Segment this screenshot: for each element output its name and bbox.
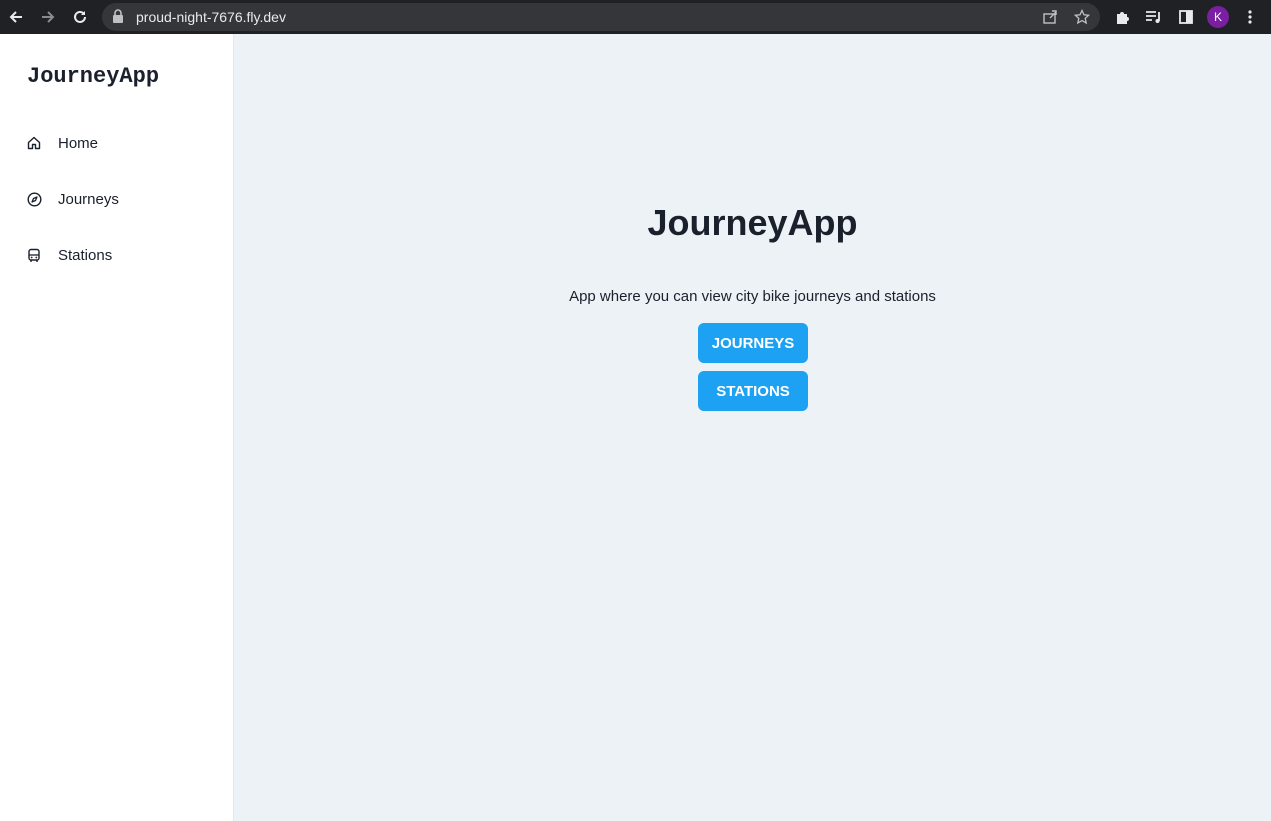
address-bar[interactable]: proud-night-7676.fly.dev: [102, 3, 1100, 31]
compass-icon: [26, 191, 42, 207]
stations-button[interactable]: STATIONS: [698, 371, 808, 411]
sidebar-item-label: Stations: [58, 246, 113, 264]
back-icon[interactable]: [4, 5, 28, 29]
sidebar-item-label: Journeys: [58, 190, 119, 208]
sidebar-item-home[interactable]: Home: [16, 123, 216, 163]
sidebar: JourneyApp Home Journeys Stations: [0, 34, 234, 821]
url-text: proud-night-7676.fly.dev: [136, 9, 286, 25]
lock-icon: [112, 9, 124, 28]
page-subtitle: App where you can view city bike journey…: [569, 288, 936, 305]
sidebar-item-stations[interactable]: Stations: [16, 235, 216, 275]
main-content: JourneyApp App where you can view city b…: [234, 34, 1271, 821]
home-icon: [26, 135, 42, 151]
extensions-icon[interactable]: [1110, 5, 1134, 29]
forward-icon[interactable]: [36, 5, 60, 29]
media-icon[interactable]: [1142, 5, 1166, 29]
sidebar-item-journeys[interactable]: Journeys: [16, 179, 216, 219]
menu-icon[interactable]: [1238, 5, 1262, 29]
side-panel-icon[interactable]: [1174, 5, 1198, 29]
sidebar-brand[interactable]: JourneyApp: [27, 64, 159, 89]
share-icon[interactable]: [1040, 7, 1060, 27]
reload-icon[interactable]: [68, 5, 92, 29]
page-title: JourneyApp: [647, 202, 858, 243]
star-icon[interactable]: [1072, 7, 1092, 27]
profile-avatar[interactable]: K: [1207, 6, 1229, 28]
sidebar-item-label: Home: [58, 134, 99, 152]
browser-toolbar: proud-night-7676.fly.dev K: [0, 0, 1271, 34]
bus-icon: [26, 247, 42, 263]
journeys-button[interactable]: JOURNEYS: [698, 323, 808, 363]
